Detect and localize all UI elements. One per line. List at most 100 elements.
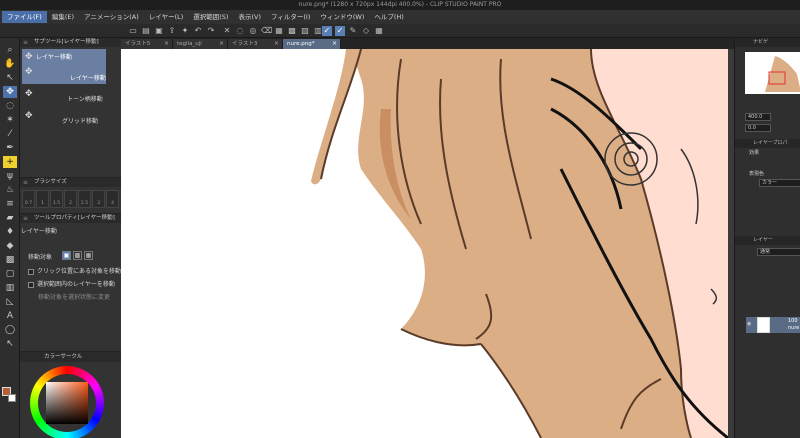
brush-size-cell[interactable]: 0.7 (22, 190, 35, 208)
blend-mode-select[interactable]: 通常 (757, 248, 800, 256)
eraser-tool-icon[interactable]: ▰ (3, 212, 17, 224)
move-layer-tool-icon[interactable]: ✥ (3, 86, 17, 98)
subtool-panel-header: ≡ サブツール[レイヤー移動] (20, 38, 121, 47)
settings-icon[interactable]: ✦ (180, 26, 190, 36)
menu-icon[interactable]: ≡ (23, 178, 28, 187)
tab-illust3[interactable]: イラスト3 × (228, 39, 283, 49)
tool-name: レイヤー移動 (21, 228, 57, 235)
brush-size-cell[interactable]: 1.5 (50, 190, 63, 208)
close-icon[interactable]: × (219, 39, 224, 49)
close-icon[interactable]: × (274, 39, 279, 49)
brush-size-cell[interactable]: 3 (92, 190, 105, 208)
subtool-layer-move-2[interactable]: ✥ レイヤー移動 (22, 64, 106, 84)
tab-tegila-uji[interactable]: tegila_uji × (173, 39, 228, 49)
ruler-tool-icon[interactable]: ◺ (3, 296, 17, 308)
tool-strip: ⌕ ✋ ↖ ✥ ◌ ✶ ⁄ ✒ + ψ ♨ ≡ ▰ ♦ ◆ ▩ ▢ ▥ ◺ A … (0, 38, 20, 438)
menu-help[interactable]: ヘルプ(H) (369, 11, 408, 23)
right-panel: ナビゲ 400.0 0.0 レイヤープロパ 効果 表現色 カラー レイヤー 通常… (734, 38, 800, 438)
canvas[interactable] (121, 49, 734, 438)
layer-tab[interactable]: レイヤー (735, 236, 800, 245)
invert-selection-icon[interactable]: ◎ (248, 26, 258, 36)
hand-tool-icon[interactable]: ✋ (3, 58, 17, 70)
zoom-tool-icon[interactable]: ⌕ (3, 44, 17, 56)
undo-icon[interactable]: ↶ (193, 26, 203, 36)
clear-icon[interactable]: ⌫ (261, 26, 272, 36)
pen-icon[interactable]: ✎ (348, 26, 358, 36)
rotation-input[interactable]: 0.0 (745, 124, 771, 132)
checkbox[interactable] (28, 281, 34, 288)
lasso-tool-icon[interactable]: ◌ (3, 100, 17, 112)
pencil-tool-icon[interactable]: + (3, 156, 17, 168)
brush-tool-icon[interactable]: ψ (3, 170, 17, 182)
checkbox[interactable] (28, 268, 34, 275)
eye-icon[interactable]: ◉ (747, 321, 751, 327)
eraser-cmd-icon[interactable]: ◇ (361, 26, 371, 36)
subtool-grid-move[interactable]: ✥ グリッド移動 (22, 108, 106, 127)
clear-outside-icon[interactable]: ▦ (274, 26, 284, 36)
decoration-tool-icon[interactable]: ≡ (3, 198, 17, 210)
option-change-selection[interactable]: 移動対象を選択状態に変更 (38, 292, 110, 301)
navigator-tab[interactable]: ナビゲ (735, 38, 800, 47)
text-tool-icon[interactable]: A (3, 310, 17, 322)
sub-color-swatch[interactable] (8, 394, 16, 402)
brush-size-cell[interactable]: 1 (36, 190, 49, 208)
blend-tool-icon[interactable]: ♦ (3, 226, 17, 238)
figure-tool-icon[interactable]: ▢ (3, 268, 17, 280)
airbrush-tool-icon[interactable]: ♨ (3, 184, 17, 196)
navigator-preview[interactable] (745, 52, 800, 94)
option-move-selected-layers[interactable]: 選択範囲内のレイヤーを移動 (28, 279, 115, 288)
expression-label: 表現色 (749, 171, 765, 177)
menu-animation[interactable]: アニメーション(A) (79, 11, 144, 23)
option-click-position[interactable]: クリック位置にある対象を移動 (28, 266, 121, 275)
menu-selection[interactable]: 選択範囲(S) (188, 11, 233, 23)
ruler-snap-icon[interactable]: ✓ (335, 26, 345, 36)
zoom-input[interactable]: 400.0 (745, 113, 771, 121)
target-layer-icon[interactable]: ▣ (62, 251, 71, 260)
target-grid-icon[interactable]: ▦ (84, 251, 93, 260)
deselect-icon[interactable]: ✕ (222, 26, 232, 36)
subtool-tone-move[interactable]: ✥ トーン柄移動 (22, 86, 106, 105)
eyedropper-tool-icon[interactable]: ⁄ (3, 128, 17, 140)
export-icon[interactable]: ⇪ (167, 26, 177, 36)
layer-property-tab[interactable]: レイヤープロパ (735, 139, 800, 148)
brush-size-cell[interactable]: 2 (64, 190, 77, 208)
close-icon[interactable]: × (164, 39, 169, 49)
brush-size-panel: ≡ ブラシサイズ 0.7 1 1.5 2 2.5 3 4 (20, 178, 121, 214)
menu-icon[interactable]: ≡ (23, 214, 28, 223)
saturation-value-box[interactable] (46, 382, 88, 424)
balloon-tool-icon[interactable]: ◯ (3, 324, 17, 336)
new-file-icon[interactable]: ▭ (128, 26, 138, 36)
correction-tool-icon[interactable]: ↖ (3, 338, 17, 350)
tab-nure[interactable]: nure.png* × (283, 39, 341, 49)
menu-window[interactable]: ウィンドウ(W) (315, 11, 369, 23)
snap-icon[interactable]: ✓ (322, 26, 332, 36)
fill-icon[interactable]: ▩ (287, 26, 297, 36)
expression-color-select[interactable]: カラー (759, 179, 800, 187)
open-file-icon[interactable]: ▤ (141, 26, 151, 36)
menu-edit[interactable]: 編集(E) (47, 11, 79, 23)
gradient-tool-icon[interactable]: ▩ (3, 254, 17, 266)
menu-filter[interactable]: フィルター(I) (266, 11, 315, 23)
fill-tool-icon[interactable]: ◆ (3, 240, 17, 252)
close-icon[interactable]: × (332, 39, 337, 49)
frame-tool-icon[interactable]: ▥ (3, 282, 17, 294)
transform-icon[interactable]: ▧ (300, 26, 310, 36)
effect-label: 効果 (749, 150, 760, 156)
brush-size-cell[interactable]: 4 (106, 190, 119, 208)
menu-icon[interactable]: ≡ (23, 38, 28, 47)
operation-tool-icon[interactable]: ↖ (3, 72, 17, 84)
layer-row[interactable]: 100 nure (746, 317, 800, 333)
subtool-panel: ≡ サブツール[レイヤー移動] ✥ レイヤー移動 ✥ レイヤー移動 ✥ トーン柄… (20, 38, 121, 178)
save-icon[interactable]: ▣ (154, 26, 164, 36)
select-all-icon[interactable]: ◌ (235, 26, 245, 36)
menu-layer[interactable]: レイヤー(L) (144, 11, 189, 23)
redo-icon[interactable]: ↷ (206, 26, 216, 36)
menu-view[interactable]: 表示(V) (233, 11, 266, 23)
pen-tool-icon[interactable]: ✒ (3, 142, 17, 154)
target-tone-icon[interactable]: ▩ (73, 251, 82, 260)
menu-file[interactable]: ファイル(F) (2, 11, 47, 23)
brush-size-cell[interactable]: 2.5 (78, 190, 91, 208)
grid-icon[interactable]: ▦ (374, 26, 384, 36)
magic-wand-tool-icon[interactable]: ✶ (3, 114, 17, 126)
tab-illust5[interactable]: イラスト5 × (121, 39, 173, 49)
